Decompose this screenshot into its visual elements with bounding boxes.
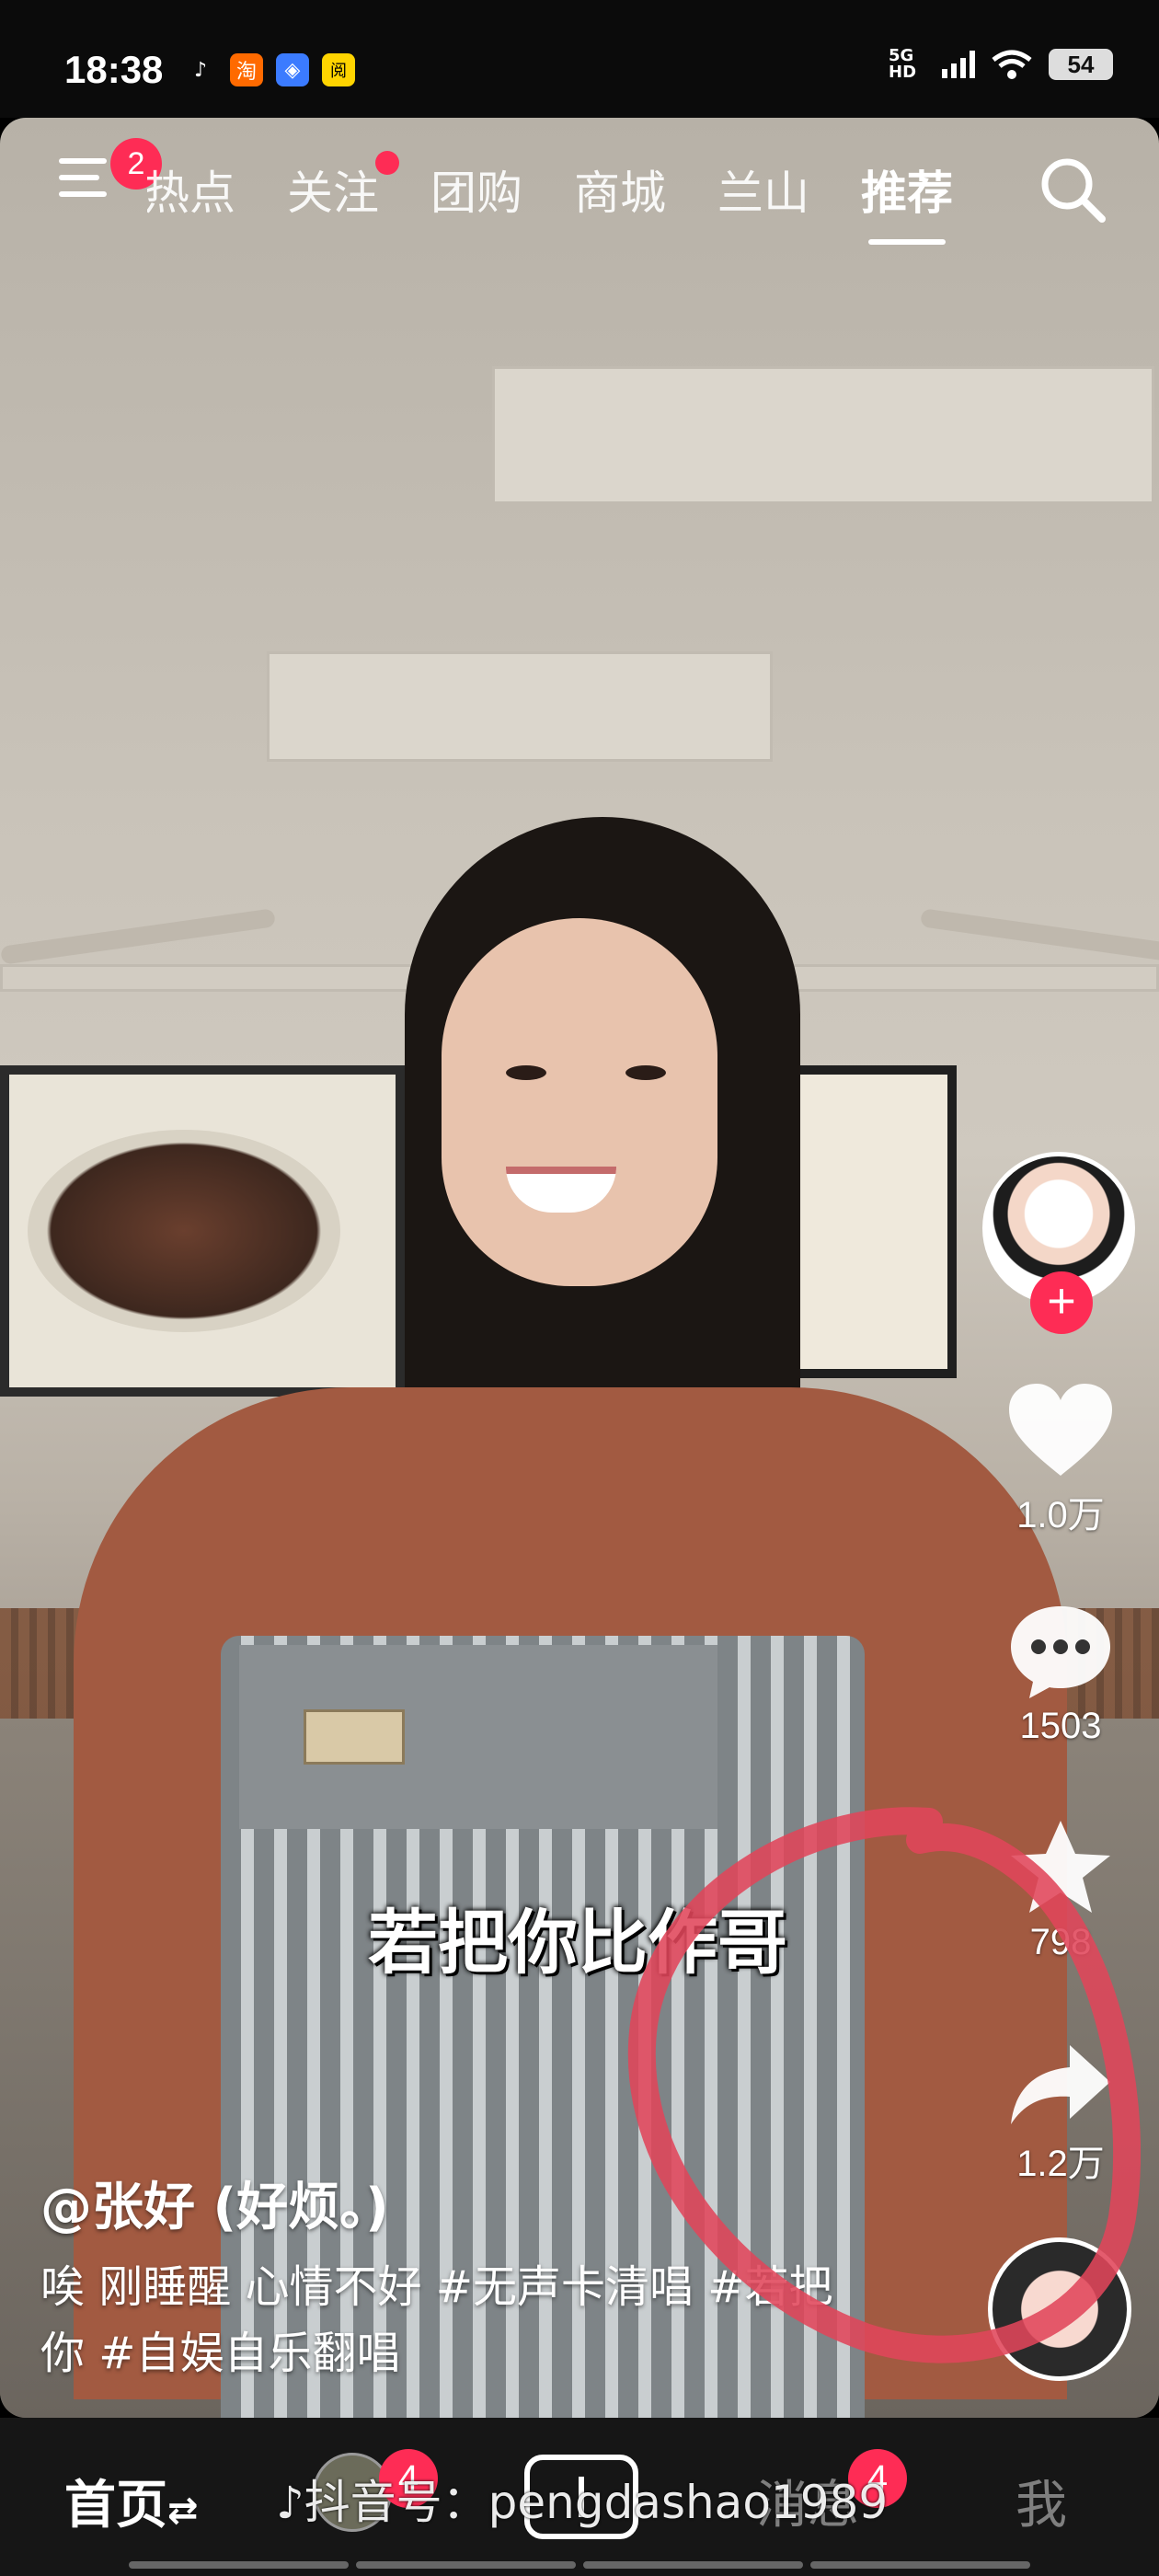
apron-tag — [304, 1709, 405, 1765]
tiktok-icon: ♪ — [276, 2478, 304, 2529]
person-eye — [506, 1065, 546, 1080]
author-name[interactable]: @张好 (好烦。) — [40, 2166, 389, 2240]
wall-painting — [0, 1065, 405, 1397]
network-indicator: 5G HD — [889, 46, 917, 82]
swap-icon: ⇄ — [167, 2490, 199, 2532]
tab-label: 商城 — [574, 167, 666, 220]
notification-dot — [375, 151, 399, 175]
comment-icon — [1011, 1606, 1110, 1698]
watermark-text: 抖音号：pengdashao1989 — [304, 2476, 889, 2529]
nav-home-label: 首页 — [64, 2476, 167, 2536]
taobao-icon: 淘 — [230, 53, 263, 86]
tab-following[interactable]: 关注 — [287, 151, 399, 223]
ceiling-fan — [920, 908, 1159, 965]
bottom-nav: 首页⇄ 4 消息 4 我 ♪抖音号：pengdashao1989 — [0, 2418, 1159, 2576]
tab-local[interactable]: 兰山 — [717, 156, 809, 223]
tab-label: 热点 — [147, 167, 235, 220]
comment-count: 1503 — [1019, 1706, 1102, 1746]
video-caption[interactable]: 唉 刚睡醒 心情不好 #无声卡清唱 #若把你 #自娱自乐翻唱 — [40, 2254, 850, 2386]
share-count: 1.2万 — [1016, 2144, 1105, 2184]
like-action[interactable]: 1.0万 — [982, 1380, 1139, 1538]
star-icon — [1011, 1821, 1110, 1913]
video-subtitle: 若把你比作哥 — [368, 1902, 787, 1984]
top-tabs: 热点 关注 团购 商城 兰山 推荐 — [147, 151, 1004, 245]
tab-label: 推荐 — [861, 167, 953, 220]
douyin-id-watermark: ♪抖音号：pengdashao1989 — [276, 2466, 888, 2532]
favorite-action[interactable]: 798 — [982, 1817, 1139, 1963]
like-count: 1.0万 — [1016, 1495, 1105, 1535]
browser-icon: ◈ — [276, 53, 309, 86]
person-eye — [625, 1065, 666, 1080]
wall-calligraphy — [773, 1065, 957, 1378]
tab-recommend[interactable]: 推荐 — [861, 156, 953, 245]
tab-label: 团购 — [430, 167, 522, 220]
tab-hot[interactable]: 热点 — [147, 156, 235, 223]
favorite-count: 798 — [1029, 1922, 1092, 1962]
nav-home[interactable]: 首页⇄ — [64, 2464, 199, 2538]
reader-icon: 阅 — [322, 53, 355, 86]
menu-icon[interactable] — [59, 158, 110, 210]
battery-indicator: 54 — [1049, 49, 1113, 80]
tab-mall[interactable]: 商城 — [574, 156, 666, 223]
comment-action[interactable]: 1503 — [982, 1601, 1139, 1747]
person-face — [442, 918, 717, 1286]
status-time: 18:38 — [64, 48, 164, 91]
tab-group-buy[interactable]: 团购 — [430, 156, 522, 223]
status-app-icons: ♪ 淘 ◈ 阅 — [184, 53, 355, 86]
wifi-icon — [992, 50, 1032, 79]
tab-label: 兰山 — [717, 167, 809, 220]
ceiling-panel — [267, 651, 773, 762]
search-icon[interactable] — [1038, 155, 1107, 224]
gesture-bar — [129, 2561, 1030, 2569]
music-disc[interactable] — [988, 2237, 1131, 2381]
status-indicators: 5G HD 54 — [889, 48, 1113, 81]
status-bar: 18:38 ♪ 淘 ◈ 阅 5G HD 54 — [0, 0, 1159, 118]
ceiling-fan — [0, 908, 276, 965]
follow-button[interactable]: + — [1030, 1271, 1093, 1334]
share-icon — [1011, 2045, 1110, 2124]
heart-icon — [1009, 1384, 1112, 1476]
nav-me-label: 我 — [1016, 2476, 1067, 2536]
signal-icon — [942, 51, 975, 78]
top-nav: 2 热点 关注 团购 商城 兰山 推荐 — [0, 138, 1159, 258]
ceiling-panel — [492, 366, 1154, 504]
tiktok-icon: ♪ — [193, 58, 208, 82]
nav-me[interactable]: 我 — [1016, 2464, 1067, 2538]
tab-label: 关注 — [287, 167, 379, 220]
share-action[interactable]: 1.2万 — [982, 2038, 1139, 2187]
